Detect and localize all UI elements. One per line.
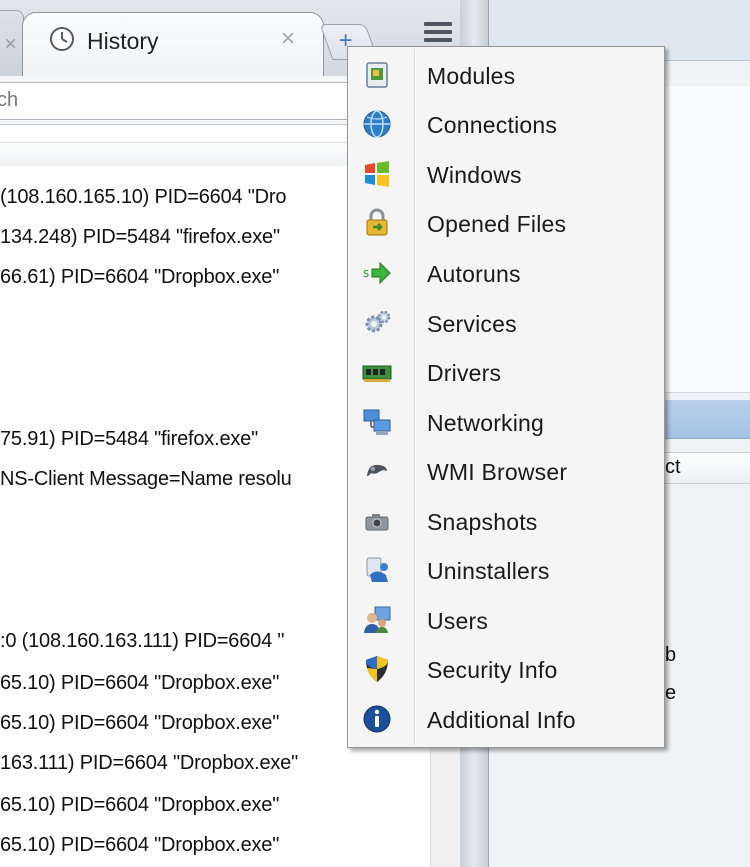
previous-tab[interactable]: × <box>0 10 24 78</box>
menu-item-security-info[interactable]: Security Info <box>350 645 662 691</box>
menu-item-label: Uninstallers <box>427 558 550 584</box>
tab-title: History <box>87 28 159 54</box>
log-line: 66.61) PID=6604 "Dropbox.exe" <box>0 266 280 288</box>
right-panel-text: b <box>665 644 677 666</box>
right-panel-text: e <box>665 682 677 704</box>
menu-item-label: WMI Browser <box>427 459 568 485</box>
menu-item-networking[interactable]: Networking <box>350 398 662 444</box>
log-line: 65.10) PID=6604 "Dropbox.exe" <box>0 834 280 856</box>
menu-item-drivers[interactable]: Drivers <box>350 348 662 394</box>
menu-item-label: Security Info <box>427 657 558 683</box>
locked-file-icon <box>366 208 388 236</box>
menu-item-autoruns[interactable]: s Autoruns <box>350 249 662 295</box>
clock-icon <box>50 27 74 51</box>
menu-item-opened-files[interactable]: Opened Files <box>350 199 662 245</box>
menu-item-label: Modules <box>427 63 516 89</box>
menu-item-modules[interactable]: Modules <box>350 51 662 97</box>
log-line: 65.10) PID=6604 "Dropbox.exe" <box>0 672 280 694</box>
log-line: 65.10) PID=6604 "Dropbox.exe" <box>0 712 280 734</box>
log-line: 134.248) PID=5484 "firefox.exe" <box>0 226 280 248</box>
menu-item-label: Drivers <box>427 360 502 386</box>
menu-item-connections[interactable]: Connections <box>350 100 662 146</box>
tools-dropdown-menu: Modules Connections Windows Opened Files… <box>347 46 665 748</box>
column-header-label: ct <box>665 456 681 478</box>
hamburger-menu-icon[interactable] <box>424 22 452 46</box>
gears-icon <box>365 310 391 333</box>
tab-close-icon[interactable]: × <box>281 25 295 53</box>
menu-item-windows[interactable]: Windows <box>350 150 662 196</box>
camera-icon <box>365 514 389 531</box>
windows-logo-icon <box>365 161 389 187</box>
modules-icon <box>366 62 388 88</box>
menu-item-label: Autoruns <box>427 261 521 287</box>
menu-item-label: Networking <box>427 410 545 436</box>
menu-item-wmi-browser[interactable]: WMI Browser <box>350 447 662 493</box>
log-line: NS-Client Message=Name resolu <box>0 468 292 490</box>
log-line: 65.10) PID=6604 "Dropbox.exe" <box>0 794 280 816</box>
users-icon <box>364 606 391 633</box>
menu-item-label: Additional Info <box>427 707 576 733</box>
menu-item-label: Opened Files <box>427 211 567 237</box>
log-line: :0 (108.160.163.111) PID=6604 " <box>0 630 285 652</box>
menu-item-label: Connections <box>427 112 558 138</box>
menu-item-label: Snapshots <box>427 509 538 535</box>
network-computers-icon <box>363 409 391 435</box>
log-line: (108.160.165.10) PID=6604 "Dro <box>0 186 287 208</box>
menu-item-snapshots[interactable]: Snapshots <box>350 497 662 543</box>
info-icon <box>363 705 391 733</box>
menu-item-label: Users <box>427 608 489 634</box>
globe-icon <box>363 110 391 138</box>
menu-item-label: Services <box>427 311 517 337</box>
security-shield-icon <box>366 656 388 682</box>
menu-item-services[interactable]: Services <box>350 299 662 345</box>
circuit-board-icon <box>362 365 392 382</box>
wmi-icon <box>367 464 387 476</box>
menu-item-uninstallers[interactable]: Uninstallers <box>350 546 662 592</box>
log-line: 75.91) PID=5484 "firefox.exe" <box>0 428 258 450</box>
log-line: 163.111) PID=6604 "Dropbox.exe" <box>0 752 299 774</box>
uninstall-icon <box>366 557 388 582</box>
menu-item-users[interactable]: Users <box>350 596 662 642</box>
menu-item-label: Windows <box>427 162 522 188</box>
tab-history[interactable]: History × <box>22 12 324 77</box>
autorun-arrow-icon: s <box>363 261 391 285</box>
svg-text:s: s <box>363 266 369 280</box>
menu-item-additional-info[interactable]: Additional Info <box>350 695 662 741</box>
close-icon[interactable]: × <box>4 31 17 57</box>
